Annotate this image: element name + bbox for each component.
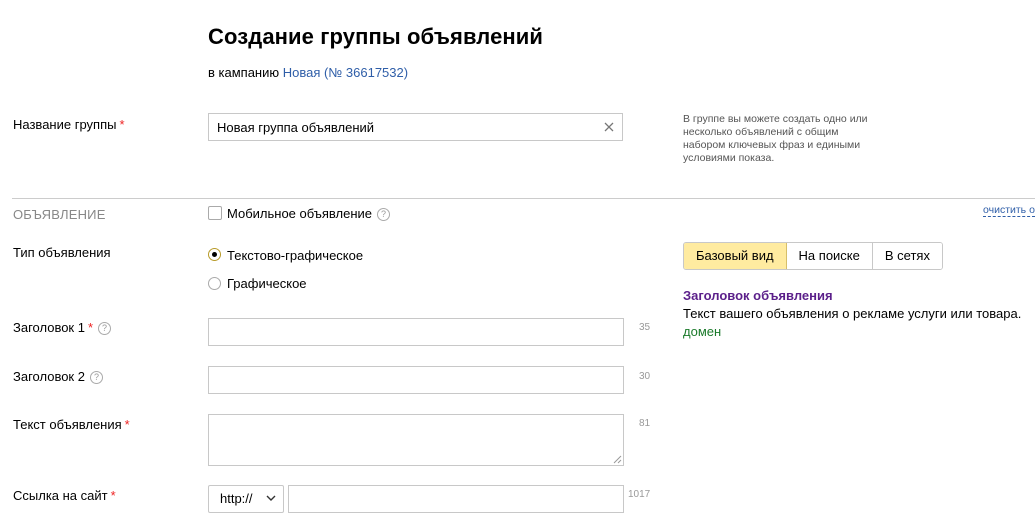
title1-label: Заголовок 1 *? <box>13 320 112 335</box>
help-icon[interactable]: ? <box>98 322 112 335</box>
title2-label-text: Заголовок 2 <box>13 369 85 384</box>
group-hint: В группе вы можете создать одно или неск… <box>683 113 868 164</box>
section-divider <box>12 198 1035 199</box>
section-title-ad: ОБЪЯВЛЕНИЕ <box>13 207 106 222</box>
title1-counter: 35 <box>639 322 651 333</box>
title1-label-text: Заголовок 1 <box>13 320 85 335</box>
title1-input[interactable] <box>208 318 624 346</box>
url-label: Ссылка на сайт * <box>13 488 116 503</box>
preview-ad-title: Заголовок объявления <box>683 288 833 303</box>
radio-graphic[interactable] <box>208 277 221 290</box>
resize-grip-icon[interactable] <box>613 455 622 464</box>
ad-text-label-text: Текст объявления <box>13 417 122 432</box>
required-mark: * <box>124 417 130 432</box>
mobile-ad-label[interactable]: Мобильное объявление? <box>227 206 391 221</box>
ad-text-label: Текст объявления * <box>13 417 130 432</box>
group-name-input[interactable] <box>208 113 623 141</box>
help-icon[interactable]: ? <box>377 208 391 221</box>
ad-text-input[interactable] <box>208 414 624 466</box>
help-icon[interactable]: ? <box>89 371 103 384</box>
url-counter: 1017 <box>628 489 651 500</box>
title2-label: Заголовок 2? <box>13 369 103 384</box>
clear-link[interactable]: очистить о <box>983 204 1035 217</box>
mobile-ad-checkbox[interactable] <box>208 206 222 220</box>
required-mark: * <box>87 320 94 335</box>
radio-text-graphic-label[interactable]: Текстово-графическое <box>227 248 363 263</box>
mobile-ad-label-text: Мобильное объявление <box>227 206 373 221</box>
tab-on-search[interactable]: На поиске <box>786 243 873 269</box>
radio-graphic-label[interactable]: Графическое <box>227 276 307 291</box>
preview-ad-domain: домен <box>683 324 722 339</box>
radio-text-graphic[interactable] <box>208 248 221 261</box>
campaign-link[interactable]: Новая (№ 36617532) <box>283 65 408 80</box>
group-name-label: Название группы * <box>13 117 125 132</box>
title2-input[interactable] <box>208 366 624 394</box>
required-mark: * <box>119 117 125 132</box>
url-label-text: Ссылка на сайт <box>13 488 108 503</box>
required-mark: * <box>110 488 116 503</box>
preview-ad-text: Текст вашего объявления о рекламе услуги… <box>683 306 1022 321</box>
title2-counter: 30 <box>639 371 651 382</box>
tab-in-networks[interactable]: В сетях <box>872 243 942 269</box>
ad-text-counter: 81 <box>639 418 651 429</box>
clear-icon[interactable] <box>604 122 614 132</box>
group-name-label-text: Название группы <box>13 117 117 132</box>
url-input[interactable] <box>288 485 624 513</box>
chevron-down-icon <box>266 495 276 501</box>
tab-basic-view[interactable]: Базовый вид <box>684 243 787 269</box>
page-title: Создание группы объявлений <box>208 24 544 49</box>
preview-tabs: Базовый вид На поиске В сетях <box>683 242 943 270</box>
protocol-select[interactable]: http:// <box>208 485 284 513</box>
subtitle-prefix: в кампанию <box>208 65 280 80</box>
ad-type-label: Тип объявления <box>13 245 111 260</box>
protocol-value: http:// <box>220 491 253 506</box>
campaign-subtitle: в кампанию Новая (№ 36617532) <box>208 65 408 80</box>
